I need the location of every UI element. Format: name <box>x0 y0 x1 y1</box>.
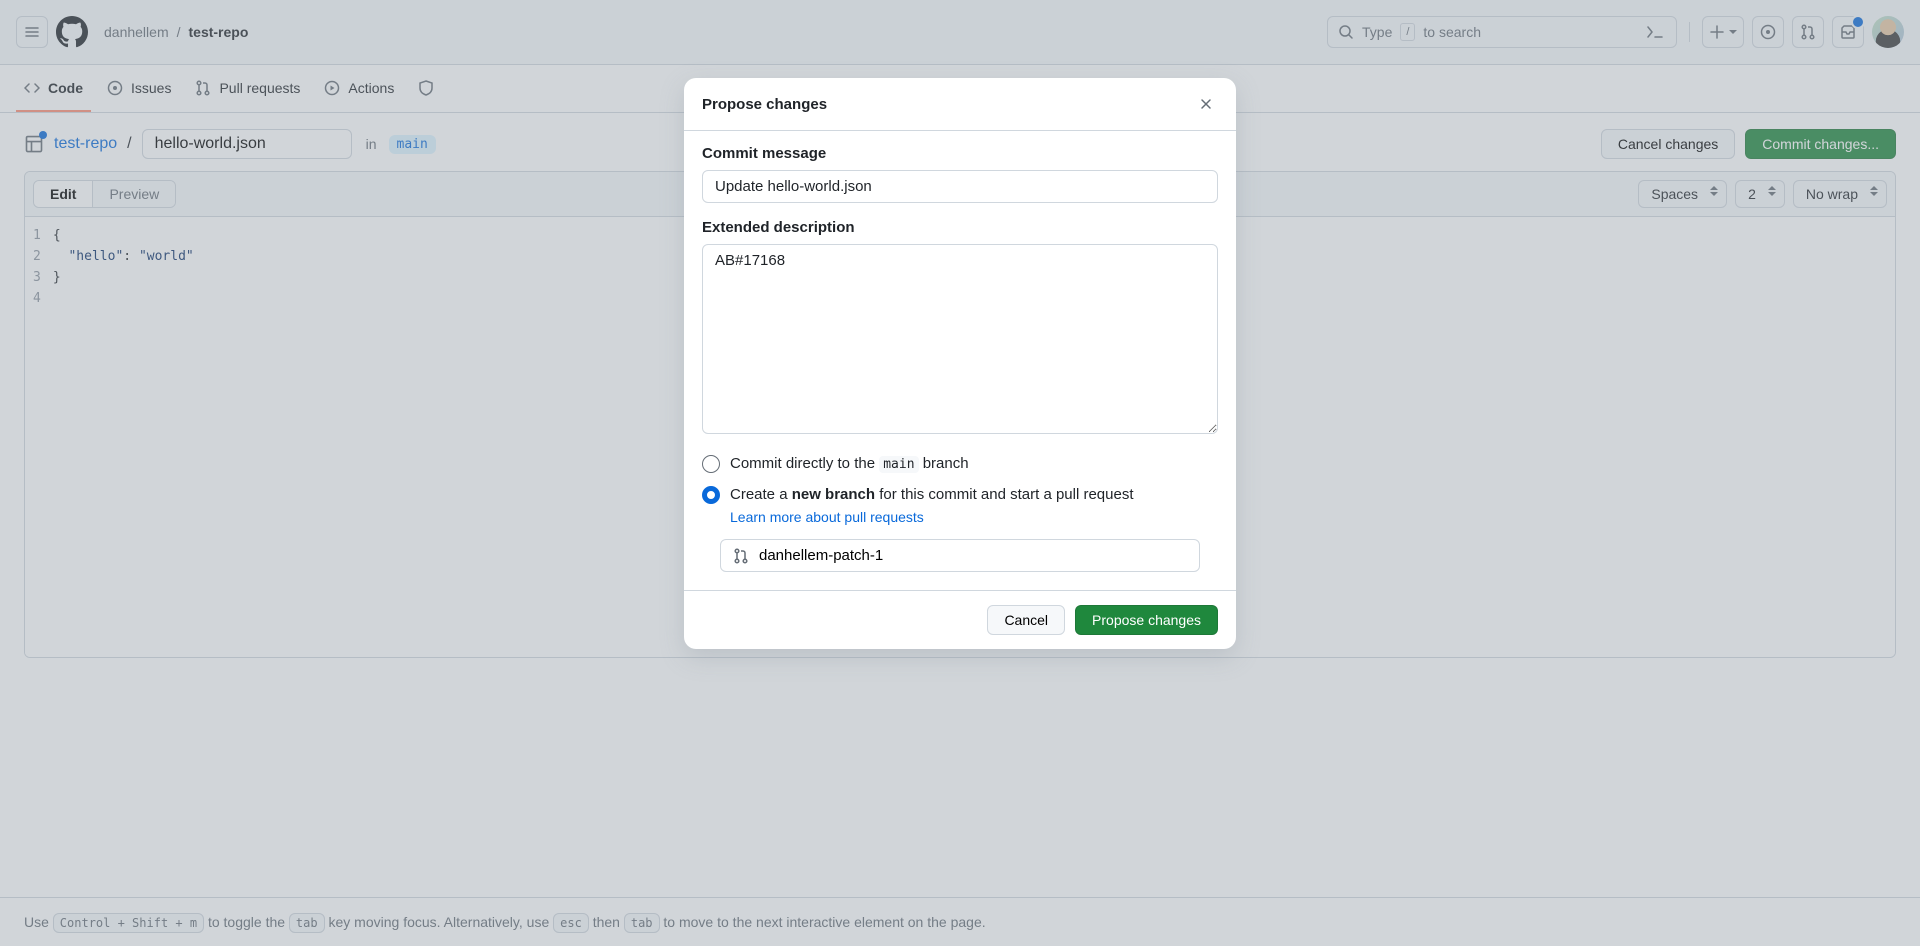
modal-overlay: Propose changes Commit message Extended … <box>0 0 1920 946</box>
radio-new-branch[interactable]: Create a new branch for this commit and … <box>702 484 1218 529</box>
pull-request-icon <box>733 548 749 564</box>
radio-commit-direct-label: Commit directly to the main branch <box>730 453 969 476</box>
extended-description-label: Extended description <box>702 219 1218 236</box>
propose-changes-dialog: Propose changes Commit message Extended … <box>684 78 1236 649</box>
commit-message-label: Commit message <box>702 145 1218 162</box>
branch-name-input-wrap <box>720 539 1200 572</box>
close-icon <box>1198 96 1214 112</box>
cancel-button[interactable]: Cancel <box>987 605 1065 635</box>
radio-checked-icon <box>702 486 720 504</box>
close-button[interactable] <box>1194 92 1218 116</box>
commit-message-input[interactable] <box>702 170 1218 203</box>
radio-new-branch-label: Create a new branch for this commit and … <box>730 484 1134 529</box>
extended-description-input[interactable] <box>702 244 1218 434</box>
propose-changes-button[interactable]: Propose changes <box>1075 605 1218 635</box>
branch-name-input[interactable] <box>759 547 1187 564</box>
dialog-body: Commit message Extended description Comm… <box>684 131 1236 590</box>
dialog-title: Propose changes <box>702 96 827 113</box>
radio-commit-direct[interactable]: Commit directly to the main branch <box>702 453 1218 476</box>
dialog-header: Propose changes <box>684 78 1236 131</box>
learn-more-link[interactable]: Learn more about pull requests <box>730 509 924 525</box>
dialog-footer: Cancel Propose changes <box>684 590 1236 649</box>
radio-unchecked-icon <box>702 455 720 473</box>
